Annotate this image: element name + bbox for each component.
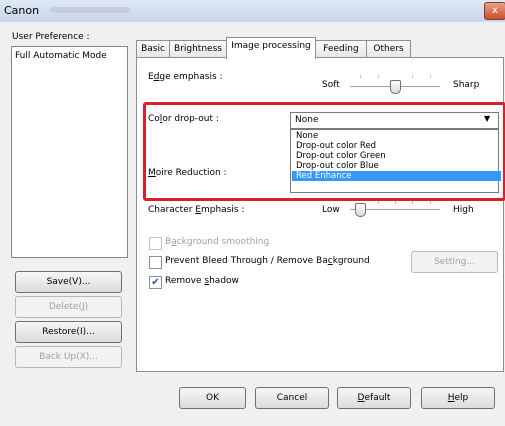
edge-emphasis-slider[interactable]	[350, 75, 440, 95]
slider-tick	[378, 75, 379, 78]
window-title: Canon	[4, 4, 40, 17]
slider-tick	[412, 201, 413, 204]
user-preference-list[interactable]: Full Automatic Mode	[11, 46, 128, 258]
setting-button[interactable]: Setting...	[411, 251, 498, 273]
delete-button[interactable]: Delete(J)	[15, 296, 122, 318]
background-smoothing-label: Background smoothing	[165, 237, 270, 247]
slider-thumb[interactable]	[390, 80, 401, 94]
list-item[interactable]: Full Automatic Mode	[15, 51, 107, 61]
title-redacted-text	[50, 7, 130, 13]
edge-emphasis-label: Edge emphasis :	[148, 72, 223, 82]
help-button[interactable]: Help	[421, 387, 495, 409]
character-high-label: High	[453, 205, 474, 215]
character-low-label: Low	[322, 205, 340, 215]
prevent-bleed-checkbox[interactable]	[149, 256, 162, 269]
ok-button[interactable]: OK	[179, 387, 246, 409]
default-button[interactable]: Default	[337, 387, 411, 409]
user-preference-label: User Preference :	[12, 32, 90, 42]
background-smoothing-checkbox[interactable]	[149, 237, 162, 250]
slider-tick	[430, 201, 431, 204]
remove-shadow-label: Remove shadow	[165, 276, 239, 286]
close-icon: x	[492, 5, 498, 16]
backup-button[interactable]: Back Up(X)...	[15, 346, 122, 368]
edge-sharp-label: Sharp	[453, 80, 480, 90]
slider-tick	[378, 201, 379, 204]
remove-shadow-checkbox[interactable]: ✔	[149, 276, 162, 289]
tab-others[interactable]: Others	[366, 40, 411, 58]
slider-tick	[430, 75, 431, 78]
close-button[interactable]: x	[484, 2, 505, 20]
edge-soft-label: Soft	[322, 80, 340, 90]
character-emphasis-slider[interactable]	[350, 198, 440, 218]
title-bar[interactable]: Canon x	[0, 0, 505, 23]
slider-tick	[395, 201, 396, 204]
cancel-button[interactable]: Cancel	[255, 387, 329, 409]
check-icon: ✔	[151, 277, 160, 288]
tab-basic[interactable]: Basic	[136, 40, 170, 58]
restore-button[interactable]: Restore(I)...	[15, 321, 122, 343]
slider-tick	[412, 75, 413, 78]
character-emphasis-label: Character Emphasis :	[148, 205, 245, 215]
tab-brightness[interactable]: Brightness	[169, 40, 227, 58]
tab-image-processing[interactable]: Image processing	[226, 37, 316, 59]
slider-tick	[360, 75, 361, 78]
save-button[interactable]: Save(V)...	[15, 271, 122, 293]
prevent-bleed-label: Prevent Bleed Through / Remove Backgroun…	[165, 256, 370, 266]
highlight-annotation-box	[143, 102, 505, 201]
tab-feeding[interactable]: Feeding	[315, 40, 367, 58]
slider-thumb[interactable]	[355, 203, 366, 217]
